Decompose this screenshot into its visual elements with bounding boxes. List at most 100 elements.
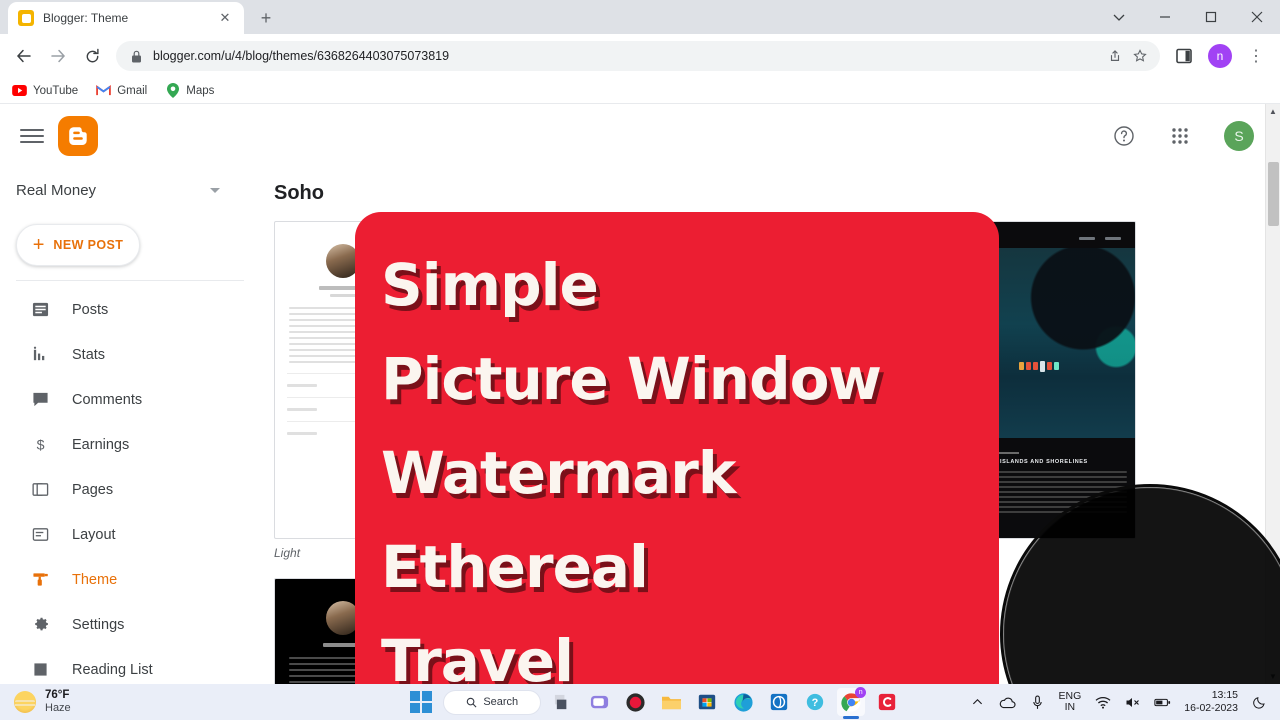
task-view-button[interactable] (549, 688, 577, 716)
sidebar-item-posts[interactable]: Posts (0, 287, 260, 332)
recorder-icon (626, 692, 645, 712)
haze-sun-icon (14, 690, 36, 713)
help-button[interactable]: ? (801, 688, 829, 716)
gmail-icon (96, 83, 112, 98)
new-post-label: NEW POST (53, 238, 124, 252)
bookmark-gmail[interactable]: Gmail (96, 83, 147, 98)
sidebar-item-layout[interactable]: Layout (0, 512, 260, 557)
reading-list-icon (30, 660, 50, 680)
sidebar-item-label: Theme (72, 571, 118, 588)
preview-author-sub (330, 294, 356, 297)
sidebar-item-label: Settings (72, 616, 125, 633)
settings-icon (30, 615, 50, 635)
scrollbar-thumb[interactable] (1268, 162, 1279, 226)
tray-overflow-icon[interactable] (969, 694, 986, 711)
svg-text:$: $ (36, 438, 44, 453)
sidebar-item-stats[interactable]: Stats (0, 332, 260, 377)
plus-icon: + (32, 234, 45, 256)
blogger-favicon-icon (18, 10, 34, 26)
tab-close-icon[interactable]: ✕ (216, 9, 234, 27)
sidebar-item-theme[interactable]: Theme (0, 557, 260, 602)
microsoft-store-button[interactable] (693, 688, 721, 716)
address-bar[interactable]: blogger.com/u/4/blog/themes/636826440307… (116, 41, 1160, 71)
canva-button[interactable] (873, 688, 901, 716)
account-avatar[interactable]: S (1224, 121, 1254, 151)
close-window-icon[interactable] (1234, 0, 1280, 34)
app-blue-icon (771, 693, 788, 711)
onedrive-icon[interactable] (999, 694, 1016, 711)
wifi-icon[interactable] (1094, 694, 1111, 711)
blog-selector[interactable]: Real Money (0, 172, 260, 208)
overlay-line: Watermark (381, 439, 736, 507)
bookmark-label: Gmail (117, 84, 148, 97)
stats-icon (30, 345, 50, 365)
blogger-logo[interactable] (58, 116, 98, 156)
reload-button[interactable] (76, 40, 108, 72)
red-overlay-card: Simple Picture Window Watermark Ethereal… (355, 212, 999, 684)
chrome-menu-icon[interactable]: ⋮ (1240, 40, 1272, 72)
layout-icon (30, 525, 50, 545)
volume-muted-icon[interactable] (1124, 694, 1141, 711)
clock-date: 16-02-2023 (1184, 702, 1238, 714)
weather-widget[interactable]: 76°F Haze (0, 689, 340, 715)
sidebar-item-label: Layout (72, 526, 116, 543)
search-icon (467, 697, 477, 707)
bookmark-youtube[interactable]: YouTube (12, 83, 78, 98)
sidebar-item-label: Earnings (72, 436, 130, 453)
language-indicator[interactable]: ENG IN (1059, 690, 1082, 713)
bookmark-maps[interactable]: Maps (165, 83, 214, 98)
chat-button[interactable] (585, 688, 613, 716)
sidebar-item-label: Pages (72, 481, 114, 498)
chrome-button[interactable]: n (837, 687, 867, 719)
hamburger-icon[interactable] (20, 124, 44, 148)
share-icon[interactable] (1107, 48, 1123, 64)
sidebar-item-earnings[interactable]: $ Earnings (0, 422, 260, 467)
browser-tab[interactable]: Blogger: Theme ✕ (8, 2, 244, 34)
sidebar-item-label: Reading List (72, 661, 153, 678)
side-panel-icon[interactable] (1168, 40, 1200, 72)
weather-temperature: 76°F (45, 689, 70, 702)
scroll-up-arrow-icon[interactable]: ▲ (1266, 104, 1280, 119)
blogger-header-actions: S (1112, 104, 1254, 168)
new-tab-button[interactable]: + (252, 4, 280, 32)
help-icon[interactable] (1112, 124, 1136, 148)
url-text: blogger.com/u/4/blog/themes/636826440307… (153, 49, 450, 63)
chrome-browser-window: Blogger: Theme ✕ + blogger.com/u/4/blog/… (0, 0, 1280, 684)
task-view-icon (554, 694, 567, 709)
earnings-icon: $ (30, 435, 50, 455)
profile-avatar[interactable]: n (1204, 40, 1236, 72)
blogger-header: S (0, 104, 1280, 168)
preview-site-nav (1079, 236, 1121, 240)
bookmark-label: YouTube (33, 84, 79, 97)
edge-icon (734, 692, 753, 712)
recorder-button[interactable] (621, 688, 649, 716)
language-region: IN (1064, 701, 1076, 713)
file-explorer-button[interactable] (657, 688, 685, 716)
battery-icon[interactable] (1154, 694, 1171, 711)
forward-button[interactable] (42, 40, 74, 72)
star-icon[interactable] (1132, 48, 1148, 64)
tab-search-chevron-icon[interactable] (1096, 0, 1142, 34)
theme-icon (30, 570, 50, 590)
page-title: Soho (274, 182, 324, 204)
taskbar-apps: Search ? n (340, 687, 969, 719)
overlay-line: Ethereal (381, 533, 649, 601)
back-button[interactable] (8, 40, 40, 72)
maximize-icon[interactable] (1188, 0, 1234, 34)
taskbar-clock[interactable]: 13:15 16-02-2023 (1184, 689, 1238, 715)
app-blue-button[interactable] (765, 688, 793, 716)
moon-icon[interactable] (1251, 694, 1268, 711)
sidebar-item-comments[interactable]: Comments (0, 377, 260, 422)
edge-button[interactable] (729, 688, 757, 716)
sidebar-nav: Posts Stats Comments $ Earnings Pages La… (0, 287, 260, 684)
minimize-icon[interactable] (1142, 0, 1188, 34)
taskbar-search[interactable]: Search (443, 689, 542, 715)
sidebar-item-pages[interactable]: Pages (0, 467, 260, 512)
apps-grid-icon[interactable] (1168, 124, 1192, 148)
bookmarks-bar: YouTube Gmail Maps (0, 78, 1280, 104)
start-button[interactable] (407, 688, 435, 716)
sidebar-item-reading-list[interactable]: Reading List (0, 647, 260, 684)
new-post-button[interactable]: + NEW POST (16, 224, 140, 266)
sidebar-item-settings[interactable]: Settings (0, 602, 260, 647)
microphone-icon[interactable] (1029, 694, 1046, 711)
